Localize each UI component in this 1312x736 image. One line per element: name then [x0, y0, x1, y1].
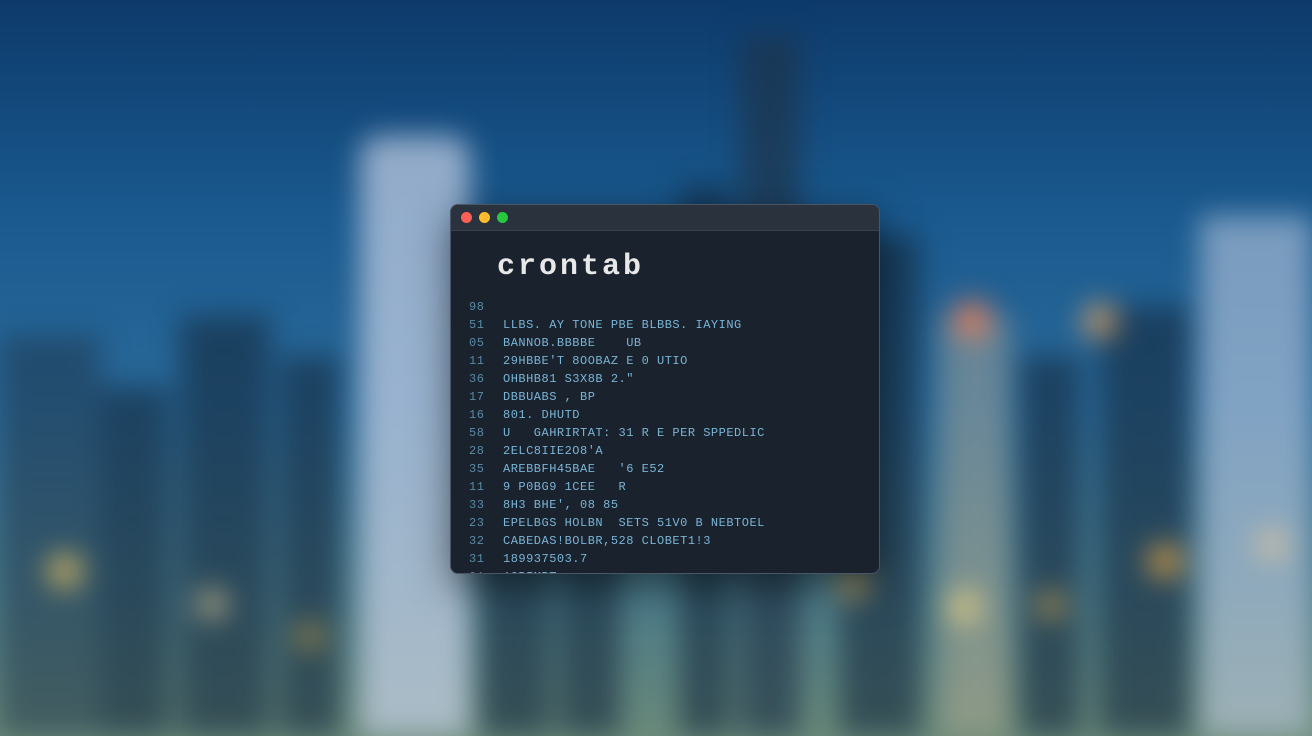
terminal-line: 32 CABEDAS!BOLBR,528 CLOBET1!3: [469, 532, 861, 550]
terminal-line: 36 OHBHB81 S3X8B 2.": [469, 370, 861, 388]
line-number: 31: [469, 550, 491, 568]
line-number: 23: [469, 514, 491, 532]
terminal-line: 17 DBBUABS , BP: [469, 388, 861, 406]
line-text: 8H3 BHE', 08 85: [503, 496, 619, 514]
line-text: 2ELC8IIE2O8'A: [503, 442, 603, 460]
line-number: 32: [469, 532, 491, 550]
line-number: 36: [469, 370, 491, 388]
line-text: 9 P0BG9 1CEE R: [503, 478, 626, 496]
line-number: 58: [469, 424, 491, 442]
terminal-window[interactable]: crontab 9851 LLBS. AY TONE PBE BLBBS. IAY…: [450, 204, 880, 574]
line-number: 11: [469, 352, 491, 370]
terminal-line: 23 EPELBGS HOLBN SETS 51V0 B NEBTOEL: [469, 514, 861, 532]
line-text: EPELBGS HOLBN SETS 51V0 B NEBTOEL: [503, 514, 765, 532]
terminal-line: 51 LLBS. AY TONE PBE BLBBS. IAYING: [469, 316, 861, 334]
terminal-line: 58 U GAHRIRTAT: 31 R E PER SPPEDLIC: [469, 424, 861, 442]
terminal-line: 01 10BIMBT.: [469, 568, 861, 574]
terminal-line: 98: [469, 298, 861, 316]
line-number: 33: [469, 496, 491, 514]
window-titlebar[interactable]: [451, 205, 879, 231]
line-text: OHBHB81 S3X8B 2.": [503, 370, 634, 388]
line-number: 11: [469, 478, 491, 496]
terminal-line: 11 29HBBE'T 8OOBAZ E 0 UTIO: [469, 352, 861, 370]
line-text: CABEDAS!BOLBR,528 CLOBET1!3: [503, 532, 711, 550]
line-number: 51: [469, 316, 491, 334]
line-text: 29HBBE'T 8OOBAZ E 0 UTIO: [503, 352, 688, 370]
line-number: 16: [469, 406, 491, 424]
line-text: LLBS. AY TONE PBE BLBBS. IAYING: [503, 316, 742, 334]
terminal-line: 31 189937503.7: [469, 550, 861, 568]
line-number: 28: [469, 442, 491, 460]
line-text: 189937503.7: [503, 550, 588, 568]
close-icon[interactable]: [461, 212, 472, 223]
terminal-body[interactable]: crontab 9851 LLBS. AY TONE PBE BLBBS. IAY…: [451, 231, 879, 574]
terminal-line: 16 801. DHUTD: [469, 406, 861, 424]
maximize-icon[interactable]: [497, 212, 508, 223]
line-number: 35: [469, 460, 491, 478]
line-number: 05: [469, 334, 491, 352]
line-number: 17: [469, 388, 491, 406]
line-text: BANNOB.BBBBE UB: [503, 334, 642, 352]
terminal-line: 28 2ELC8IIE2O8'A: [469, 442, 861, 460]
line-text: AREBBFH45BAE '6 E52: [503, 460, 665, 478]
line-text: U GAHRIRTAT: 31 R E PER SPPEDLIC: [503, 424, 765, 442]
line-text: 10BIMBT.: [503, 568, 565, 574]
line-number: 98: [469, 298, 491, 316]
line-text: DBBUABS , BP: [503, 388, 595, 406]
minimize-icon[interactable]: [479, 212, 490, 223]
terminal-line: 11 9 P0BG9 1CEE R: [469, 478, 861, 496]
line-text: 801. DHUTD: [503, 406, 580, 424]
line-number: 01: [469, 568, 491, 574]
terminal-line: 33 8H3 BHE', 08 85: [469, 496, 861, 514]
terminal-line: 35 AREBBFH45BAE '6 E52: [469, 460, 861, 478]
terminal-line: 05 BANNOB.BBBBE UB: [469, 334, 861, 352]
terminal-command: crontab: [497, 245, 861, 290]
